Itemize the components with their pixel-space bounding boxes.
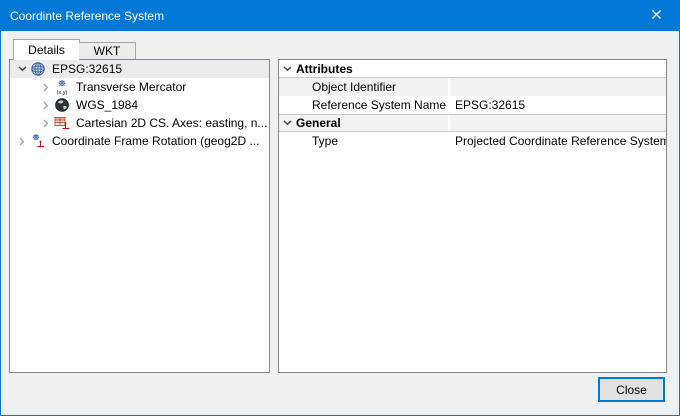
chevron-down-icon[interactable]: [279, 60, 296, 77]
tree-row-epsg[interactable]: EPSG:32615: [10, 60, 269, 78]
property-value: [448, 78, 666, 96]
property-group-general[interactable]: General: [279, 114, 666, 132]
tree-item-label: EPSG:32615: [52, 62, 122, 76]
chevron-right-icon[interactable]: [38, 114, 54, 132]
property-name: Object Identifier: [279, 78, 448, 96]
tree-row-wgs1984[interactable]: WGS_1984: [10, 96, 269, 114]
property-value: EPSG:32615: [448, 96, 666, 114]
tree-item-label: Transverse Mercator: [76, 80, 186, 94]
titlebar[interactable]: Coordinte Reference System: [1, 1, 679, 31]
gear-xy-icon: (x,y): [54, 79, 71, 95]
globe-dark-icon: [54, 97, 71, 113]
chevron-right-icon[interactable]: [14, 132, 30, 150]
chevron-down-icon[interactable]: [14, 60, 30, 78]
property-row-reference-system-name[interactable]: Reference System Name EPSG:32615: [279, 96, 666, 114]
crs-dialog: Coordinte Reference System Details WKT: [0, 0, 680, 416]
property-name: Type: [279, 132, 448, 150]
chevron-down-icon[interactable]: [279, 115, 296, 131]
group-label: General: [296, 115, 341, 131]
tab-wkt[interactable]: WKT: [79, 42, 136, 59]
property-value: Projected Coordinate Reference System: [448, 132, 666, 150]
window-close-button[interactable]: [634, 1, 679, 31]
tab-details[interactable]: Details: [13, 39, 80, 60]
property-group-attributes[interactable]: Attributes: [279, 60, 666, 78]
tree-item-label: WGS_1984: [76, 98, 138, 112]
splitter-handle[interactable]: [270, 59, 278, 373]
globe-blue-icon: [30, 61, 47, 77]
property-name: Reference System Name: [279, 96, 448, 114]
property-row-type[interactable]: Type Projected Coordinate Reference Syst…: [279, 132, 666, 150]
grid-axes-icon: [54, 115, 71, 131]
chevron-right-icon[interactable]: [38, 96, 54, 114]
tree-row-transverse-mercator[interactable]: (x,y) Transverse Mercator: [10, 78, 269, 96]
crs-tree-panel: EPSG:32615: [9, 59, 270, 373]
close-button[interactable]: Close: [598, 377, 665, 402]
properties-panel: Attributes Object Identifier Reference S…: [278, 59, 667, 373]
chevron-right-icon[interactable]: [38, 78, 54, 96]
tree-item-label: Coordinate Frame Rotation (geog2D ...: [52, 134, 259, 148]
window-title: Coordinte Reference System: [1, 9, 164, 23]
group-label: Attributes: [296, 61, 353, 77]
property-row-object-identifier[interactable]: Object Identifier: [279, 78, 666, 96]
tree-item-label: Cartesian 2D CS. Axes: easting, n...: [76, 116, 267, 130]
gear-axes-icon: [30, 133, 47, 149]
tree-row-coordinate-frame-rotation[interactable]: Coordinate Frame Rotation (geog2D ...: [10, 132, 269, 150]
close-icon: [651, 7, 662, 25]
svg-text:(x,y): (x,y): [57, 90, 68, 95]
tree-row-cartesian-cs[interactable]: Cartesian 2D CS. Axes: easting, n...: [10, 114, 269, 132]
